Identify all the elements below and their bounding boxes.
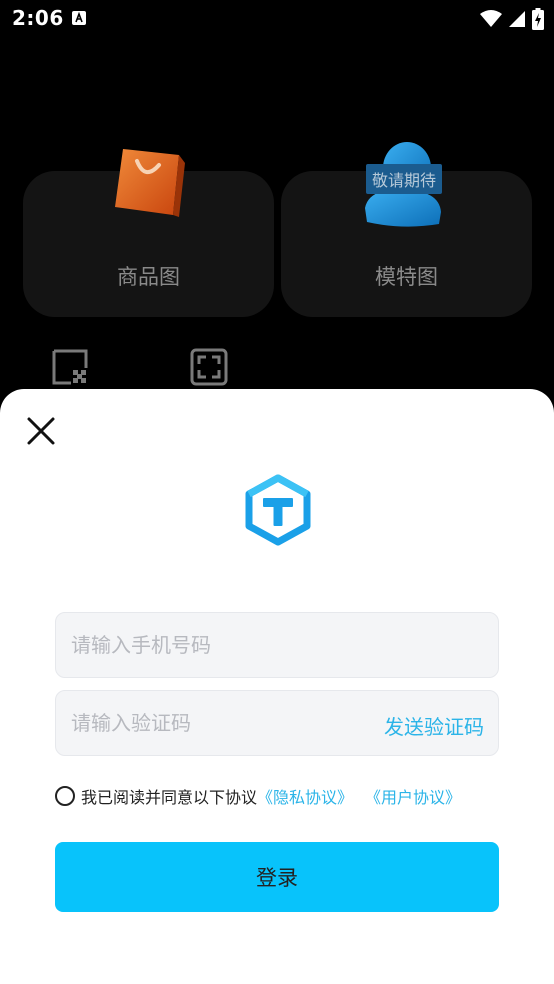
fullscreen-frame-icon[interactable] bbox=[190, 348, 228, 386]
shopping-bag-3d-icon bbox=[115, 149, 185, 217]
status-icons bbox=[480, 8, 544, 30]
status-time: 2:06 bbox=[12, 6, 64, 30]
product-image-card[interactable]: 商品图 bbox=[23, 149, 274, 317]
coming-soon-badge: 敬请期待 bbox=[366, 164, 443, 194]
privacy-policy-link[interactable]: 《隐私协议》 bbox=[257, 784, 353, 808]
agreement-text: 我已阅读并同意以下协议 bbox=[81, 788, 258, 807]
close-icon[interactable] bbox=[24, 414, 58, 448]
status-bar: 2:06 bbox=[0, 0, 554, 38]
battery-charging-icon bbox=[532, 8, 544, 30]
model-image-card[interactable]: 敬请期待 模特图 bbox=[281, 142, 532, 317]
phone-input[interactable] bbox=[56, 613, 498, 677]
send-code-button[interactable]: 发送验证码 bbox=[384, 711, 484, 740]
model-image-label: 模特图 bbox=[375, 265, 438, 289]
accessibility-a-icon bbox=[72, 11, 86, 25]
code-field: 发送验证码 bbox=[55, 690, 499, 756]
phone-field bbox=[55, 612, 499, 678]
hexagon-t-logo-icon bbox=[245, 474, 311, 546]
app-screen: 2:06 商品图 敬请期待 模特图 请输入手机号码 请输入验证码 发送验证码 我… bbox=[0, 0, 554, 984]
user-agreement-link[interactable]: 《用户协议》 bbox=[365, 784, 461, 808]
login-button[interactable]: 登录 bbox=[55, 842, 499, 912]
login-sheet: 发送验证码 我已阅读并同意以下协议 《隐私协议》 《用户协议》 登录 bbox=[0, 389, 554, 984]
product-image-label: 商品图 bbox=[117, 265, 180, 289]
agreement-row: 我已阅读并同意以下协议 《隐私协议》 《用户协议》 bbox=[55, 784, 461, 808]
cellular-signal-icon bbox=[509, 11, 525, 27]
wifi-icon bbox=[480, 10, 502, 27]
transparent-background-icon[interactable] bbox=[51, 348, 89, 386]
agreement-radio[interactable] bbox=[55, 786, 75, 806]
